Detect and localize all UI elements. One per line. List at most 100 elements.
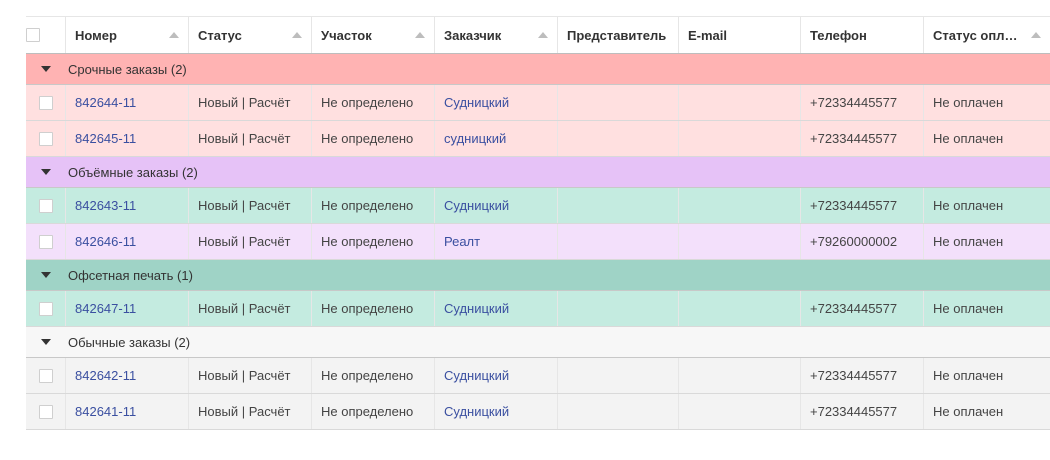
table-row[interactable]: 842642-11 Новый | Расчёт Не определено Судн… [26, 358, 1050, 394]
customer-link-cell[interactable]: Судницкий [435, 188, 558, 223]
row-checkbox-cell[interactable] [26, 188, 66, 223]
row-checkbox-cell[interactable] [26, 121, 66, 156]
column-header-email[interactable]: E-mail [679, 17, 801, 53]
phone-cell: +79260000002 [810, 234, 898, 249]
sort-up-icon[interactable] [292, 32, 302, 38]
table-row[interactable]: 842644-11 Новый | Расчёт Не определено Судн… [26, 85, 1050, 121]
caret-down-icon[interactable] [41, 66, 51, 72]
table-row[interactable]: 842641-11 Новый | Расчёт Не определено Судн… [26, 394, 1050, 430]
order-status-cell-cell: Новый | Расчёт [189, 188, 312, 223]
phone-cell: +72334445577 [810, 301, 898, 316]
order-number-link[interactable]: 842645-11 [75, 131, 136, 146]
representative-cell-cell [558, 358, 679, 393]
group-header[interactable]: Срочные заказы (2) [26, 54, 1050, 85]
select-all-checkbox[interactable] [26, 28, 40, 42]
table-row[interactable]: 842647-11 Новый | Расчёт Не определено Судн… [26, 291, 1050, 327]
payment-status-cell-cell: Не оплачен [924, 358, 1050, 393]
customer-link-cell[interactable]: Судницкий [435, 291, 558, 326]
column-label-site: Участок [321, 27, 372, 43]
sort-up-icon[interactable] [415, 32, 425, 38]
order-number-link[interactable]: 842641-11 [75, 404, 136, 419]
group-collapse-toggle[interactable] [26, 339, 66, 345]
table-row[interactable]: 842645-11 Новый | Расчёт Не определено судн… [26, 121, 1050, 157]
row-checkbox-cell[interactable] [26, 224, 66, 259]
email-cell-cell [679, 358, 801, 393]
email-cell-cell [679, 121, 801, 156]
order-number-link-cell[interactable]: 842643-11 [66, 188, 189, 223]
customer-link[interactable]: Реалт [444, 234, 480, 249]
row-checkbox[interactable] [38, 131, 53, 146]
group-title: Срочные заказы (2) [68, 61, 187, 77]
order-number-link[interactable]: 842644-11 [75, 95, 136, 110]
customer-link[interactable]: Судницкий [444, 404, 509, 419]
customer-link[interactable]: судницкий [444, 131, 506, 146]
row-checkbox[interactable] [38, 404, 53, 419]
order-number-link[interactable]: 842646-11 [75, 234, 136, 249]
customer-link-cell[interactable]: Судницкий [435, 394, 558, 429]
representative-cell-cell [558, 121, 679, 156]
caret-down-icon[interactable] [41, 169, 51, 175]
group-collapse-toggle[interactable] [26, 169, 66, 175]
order-status-cell: Новый | Расчёт [198, 95, 291, 110]
order-site-cell: Не определено [321, 131, 414, 146]
customer-link[interactable]: Судницкий [444, 95, 509, 110]
group-header[interactable]: Офсетная печать (1) [26, 260, 1050, 291]
order-status-cell: Новый | Расчёт [198, 404, 291, 419]
order-number-link-cell[interactable]: 842646-11 [66, 224, 189, 259]
row-checkbox-cell[interactable] [26, 291, 66, 326]
row-checkbox[interactable] [38, 198, 53, 213]
order-number-link-cell[interactable]: 842641-11 [66, 394, 189, 429]
column-header-number[interactable]: Номер [66, 17, 189, 53]
row-checkbox[interactable] [38, 234, 53, 249]
order-number-link-cell[interactable]: 842645-11 [66, 121, 189, 156]
order-site-cell: Не определено [321, 234, 414, 249]
order-number-link[interactable]: 842643-11 [75, 198, 136, 213]
email-cell-cell [679, 394, 801, 429]
row-checkbox[interactable] [38, 301, 53, 316]
phone-cell-cell: +72334445577 [801, 291, 924, 326]
row-checkbox-cell[interactable] [26, 358, 66, 393]
select-all-checkbox-cell[interactable] [26, 17, 66, 53]
customer-link[interactable]: Судницкий [444, 198, 509, 213]
caret-down-icon[interactable] [41, 339, 51, 345]
order-site-cell-cell: Не определено [312, 85, 435, 120]
order-number-link-cell[interactable]: 842647-11 [66, 291, 189, 326]
table-row[interactable]: 842643-11 Новый | Расчёт Не определено Судн… [26, 188, 1050, 224]
order-site-cell: Не определено [321, 368, 414, 383]
group-collapse-toggle[interactable] [26, 66, 66, 72]
row-checkbox-cell[interactable] [26, 85, 66, 120]
column-label-customer: Заказчик [444, 27, 502, 43]
order-site-cell-cell: Не определено [312, 358, 435, 393]
customer-link-cell[interactable]: Реалт [435, 224, 558, 259]
phone-cell-cell: +72334445577 [801, 85, 924, 120]
customer-link-cell[interactable]: судницкий [435, 121, 558, 156]
row-checkbox-cell[interactable] [26, 394, 66, 429]
group-collapse-toggle[interactable] [26, 272, 66, 278]
row-checkbox[interactable] [38, 95, 53, 110]
customer-link[interactable]: Судницкий [444, 368, 509, 383]
sort-up-icon[interactable] [538, 32, 548, 38]
order-number-link-cell[interactable]: 842644-11 [66, 85, 189, 120]
caret-down-icon[interactable] [41, 272, 51, 278]
table-row[interactable]: 842646-11 Новый | Расчёт Не определено Реал… [26, 224, 1050, 260]
customer-link[interactable]: Судницкий [444, 301, 509, 316]
column-header-status[interactable]: Статус [189, 17, 312, 53]
sort-up-icon[interactable] [1031, 32, 1041, 38]
sort-up-icon[interactable] [169, 32, 179, 38]
order-number-link-cell[interactable]: 842642-11 [66, 358, 189, 393]
row-checkbox[interactable] [38, 368, 53, 383]
column-header-phone[interactable]: Телефон [801, 17, 924, 53]
customer-link-cell[interactable]: Судницкий [435, 358, 558, 393]
representative-cell-cell [558, 224, 679, 259]
group-header[interactable]: Объёмные заказы (2) [26, 157, 1050, 188]
group-header[interactable]: Обычные заказы (2) [26, 327, 1050, 358]
column-header-customer[interactable]: Заказчик [435, 17, 558, 53]
customer-link-cell[interactable]: Судницкий [435, 85, 558, 120]
order-status-cell-cell: Новый | Расчёт [189, 358, 312, 393]
order-number-link[interactable]: 842642-11 [75, 368, 136, 383]
column-header-site[interactable]: Участок [312, 17, 435, 53]
payment-status-cell-cell: Не оплачен [924, 121, 1050, 156]
column-header-payment[interactable]: Статус опл… [924, 17, 1050, 53]
order-number-link[interactable]: 842647-11 [75, 301, 136, 316]
column-header-representative[interactable]: Представитель [558, 17, 679, 53]
